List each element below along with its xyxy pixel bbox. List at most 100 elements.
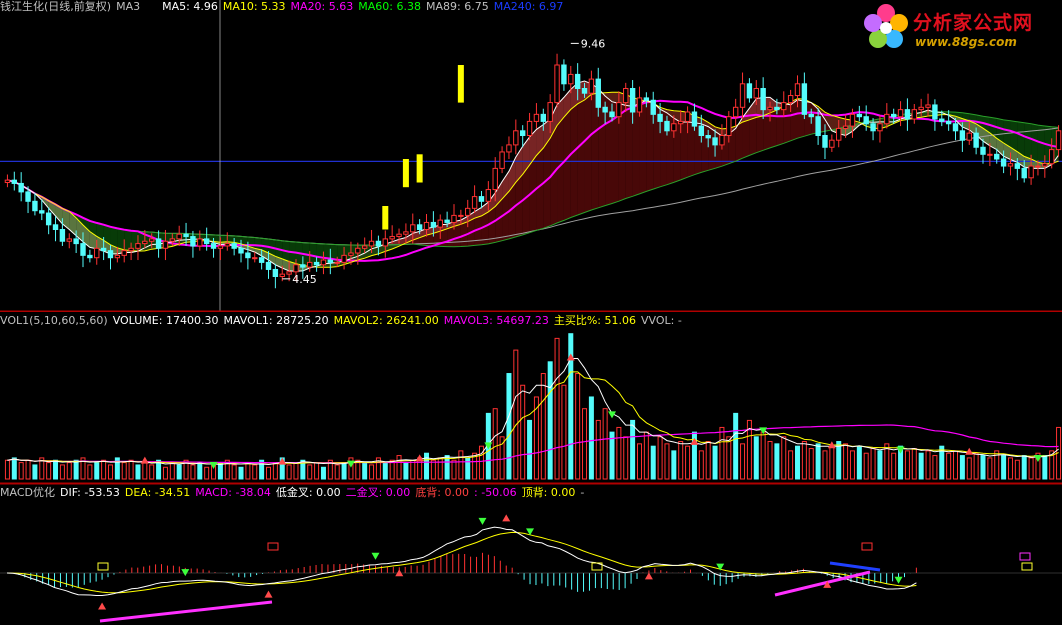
candle-body <box>128 247 134 252</box>
dif-line <box>6 526 917 596</box>
candle-body <box>623 88 629 104</box>
candle-body <box>190 236 196 247</box>
candle-body <box>107 250 114 259</box>
volume-bar <box>458 450 464 480</box>
candle-body <box>423 221 430 230</box>
volume-bar <box>424 452 430 480</box>
sell-arrow-icon <box>209 462 218 469</box>
volume-bar <box>204 466 210 480</box>
volume-bar <box>843 443 849 480</box>
candle-body <box>478 196 485 202</box>
candle-body <box>856 113 863 118</box>
volume-bar <box>595 419 601 480</box>
candle-body <box>430 221 437 228</box>
candle-body <box>307 261 313 268</box>
candle-body <box>561 64 567 85</box>
macd-legend-item: 底背: 0.00 <box>415 486 470 499</box>
candle-body <box>1028 165 1034 179</box>
candle-body <box>849 113 856 127</box>
volume-bar <box>231 464 237 480</box>
volume-bar <box>320 466 326 480</box>
volume-bar <box>293 462 299 480</box>
volume-bar <box>169 462 175 480</box>
candle-body <box>471 196 478 209</box>
volume-bar <box>94 462 100 480</box>
volume-bar <box>740 443 746 480</box>
signal-box <box>267 542 279 551</box>
volume-bar <box>314 462 320 480</box>
volume-bar <box>554 337 560 480</box>
volume-bar <box>32 464 38 480</box>
signal-bar <box>402 159 409 188</box>
sell-arrow-icon <box>346 460 355 468</box>
candle-body <box>781 102 787 111</box>
candle-body <box>94 247 100 259</box>
divergence-line <box>829 561 881 572</box>
trend-band-segment <box>1017 121 1025 157</box>
candle-body <box>39 210 45 214</box>
price-header: 钱江生化(日线,前复权) MA3 MA5: 4.96 MA10: 5.33 MA20: … <box>0 0 573 14</box>
macd-legend-item: 顶背: 0.00 <box>521 486 576 499</box>
candle-body <box>554 64 560 104</box>
candle-body <box>245 252 251 259</box>
trend-band-segment <box>1037 125 1045 164</box>
trend-band-segment <box>110 226 118 248</box>
trend-band-segment <box>1024 122 1032 159</box>
candle-body <box>231 243 237 249</box>
volume-bar <box>286 464 292 480</box>
macd-legend-item: DIF: -53.53 <box>59 486 120 499</box>
volume-bar <box>616 426 622 480</box>
candle-body <box>815 116 821 136</box>
volume-bar <box>362 462 368 480</box>
volume-legend-item: VOL1(5,10,60,5,60) <box>0 314 108 327</box>
candle-body <box>265 261 272 270</box>
candle-body <box>987 153 993 156</box>
volume-legend-item: VVOL: - <box>640 314 682 327</box>
candle-body <box>1021 167 1027 179</box>
candle-body <box>121 250 127 256</box>
candle-body <box>403 231 409 235</box>
volume-legend-item: MAVOL1: 28725.20 <box>223 314 329 327</box>
volume-bar <box>774 443 780 480</box>
candle-body <box>300 264 306 268</box>
volume-legend-item: 主买比%: 51.06 <box>553 314 636 327</box>
volume-bar <box>973 452 979 480</box>
candle-body <box>945 120 952 125</box>
candle-body <box>952 123 959 132</box>
candle-body <box>492 167 498 191</box>
volume-bar <box>987 457 993 480</box>
candle-body <box>519 130 526 137</box>
volume-bar <box>863 452 869 480</box>
volume-bar <box>334 464 340 480</box>
sell-arrow-icon <box>894 576 903 584</box>
signal-box <box>97 562 109 571</box>
volume-legend-item: VOLUME: 17400.30 <box>112 314 219 327</box>
price-legend-item: MA89: 6.75 <box>425 0 489 13</box>
candle-body <box>18 182 24 193</box>
candle-body <box>135 243 141 249</box>
volume-bar <box>719 426 725 480</box>
sell-arrow-icon <box>181 569 190 577</box>
volume-bar <box>382 462 388 480</box>
flower-logo-icon <box>864 4 908 48</box>
candle-body <box>629 88 636 113</box>
trend-band-segment <box>124 229 132 251</box>
candle-body <box>726 116 732 136</box>
candle-body <box>581 88 588 94</box>
candle-body <box>746 83 753 99</box>
volume-bar <box>588 396 594 480</box>
volume-bar <box>252 464 258 480</box>
volume-bar <box>437 457 443 480</box>
volume-bar <box>760 431 766 480</box>
candle-body <box>829 139 835 148</box>
candle-body <box>258 257 265 263</box>
volume-bar <box>788 450 794 480</box>
candle-body <box>87 254 93 259</box>
macd-legend-item: : -50.06 <box>474 486 517 499</box>
sell-arrow-icon <box>371 552 380 560</box>
sell-arrow-icon <box>1033 454 1042 462</box>
macd-panel <box>0 514 1062 623</box>
volume-bar <box>46 462 52 480</box>
price-legend-item: MA240: 6.97 <box>493 0 564 13</box>
logo-url: www.88gs.com <box>915 35 1017 49</box>
